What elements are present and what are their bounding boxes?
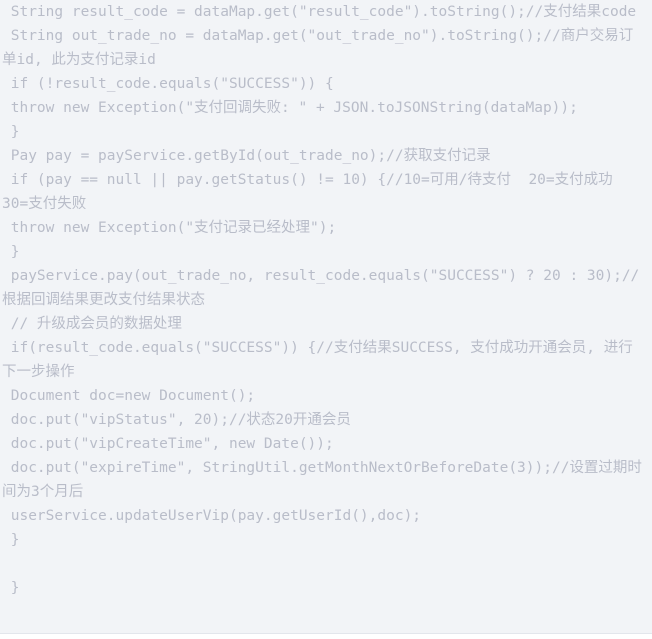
code-content[interactable]: String result_code = dataMap.get("result… — [2, 0, 646, 600]
code-line: throw new Exception("支付记录已经处理"); — [2, 220, 337, 236]
code-line: } — [2, 244, 20, 260]
code-line: doc.put("vipStatus", 20);//状态20开通会员 — [2, 412, 351, 428]
code-line: userService.updateUserVip(pay.getUserId(… — [2, 508, 422, 524]
code-line: } — [2, 580, 20, 596]
code-line: payService.pay(out_trade_no, result_code… — [2, 268, 640, 308]
code-line: if(result_code.equals("SUCCESS")) {//支付结… — [2, 340, 633, 380]
code-line: // 升级成会员的数据处理 — [2, 316, 182, 332]
code-line: Document doc=new Document(); — [2, 388, 256, 404]
code-line: doc.put("vipCreateTime", new Date()); — [2, 436, 334, 452]
code-line: } — [2, 532, 20, 548]
code-line: Pay pay = payService.getById(out_trade_n… — [2, 148, 491, 164]
code-line: if (pay == null || pay.getStatus() != 10… — [2, 172, 622, 212]
code-block: String result_code = dataMap.get("result… — [0, 0, 652, 634]
code-line: String out_trade_no = dataMap.get("out_t… — [2, 28, 634, 68]
code-line: throw new Exception("支付回调失败: " + JSON.to… — [2, 100, 578, 116]
code-line: } — [2, 124, 20, 140]
code-line: if (!result_code.equals("SUCCESS")) { — [2, 76, 334, 92]
code-line: String result_code = dataMap.get("result… — [2, 4, 637, 20]
code-line: doc.put("expireTime", StringUtil.getMont… — [2, 460, 642, 500]
